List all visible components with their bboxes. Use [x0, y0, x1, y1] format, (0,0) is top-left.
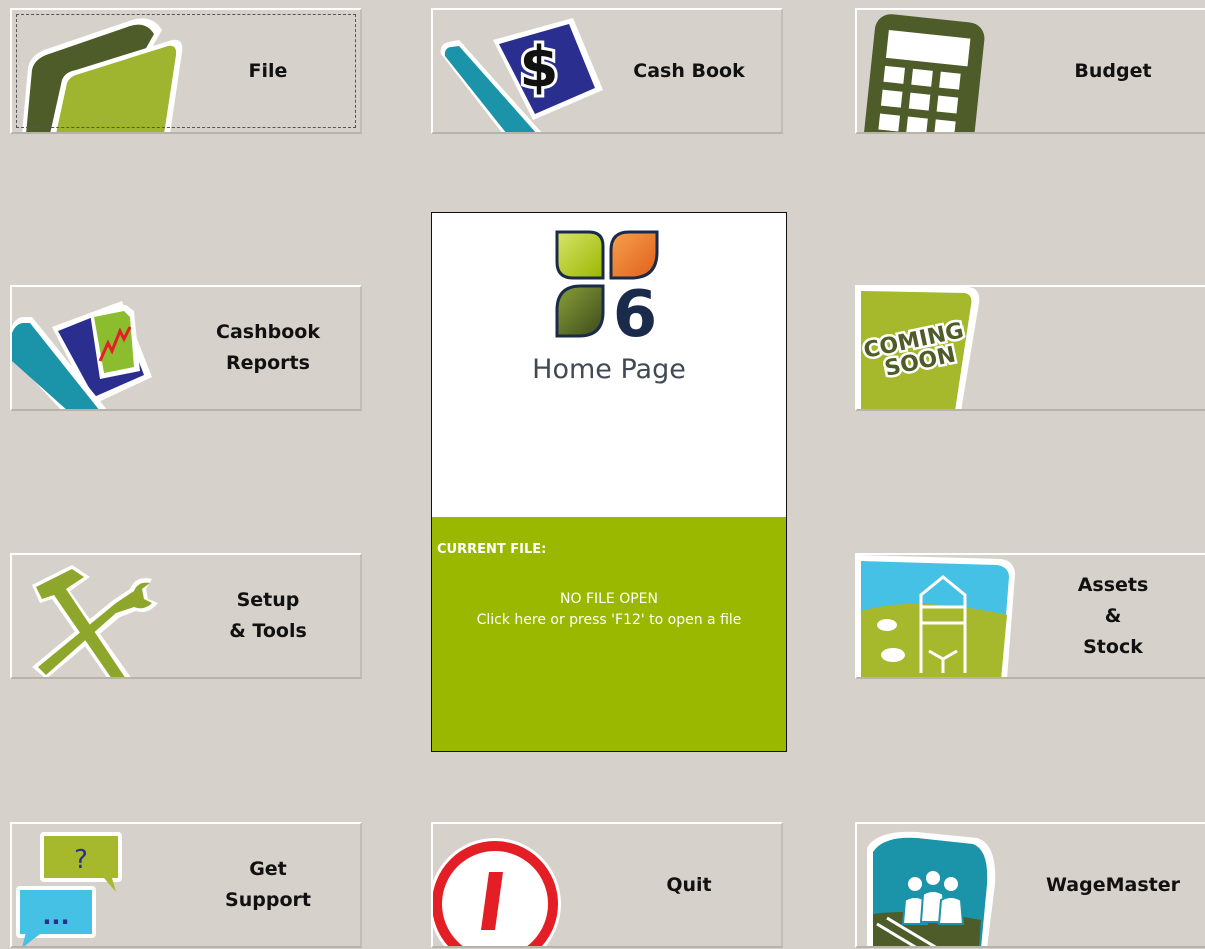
coming-soon-button[interactable]: COMING COMING SOON SOON — [855, 285, 1205, 411]
get-support-button[interactable]: ? ... Get Support — [10, 822, 362, 948]
budget-label: Budget — [1074, 59, 1152, 82]
staff-group-icon — [857, 824, 1037, 946]
setup-tools-button[interactable]: Setup & Tools — [10, 553, 362, 679]
app-logo-icon: 6 — [553, 228, 665, 352]
home-panel-header: 6 Home Page — [432, 213, 786, 517]
setup-tools-label: Setup & Tools — [229, 589, 307, 642]
cash-book-label: Cash Book — [633, 59, 745, 82]
power-icon — [433, 824, 613, 946]
cashbook-reports-label: Cashbook Reports — [216, 321, 320, 374]
quit-label: Quit — [666, 873, 712, 896]
get-support-label: Get Support — [225, 858, 311, 911]
wagemaster-button[interactable]: WageMaster — [855, 822, 1205, 948]
no-file-open-text: NO FILE OPEN — [560, 591, 658, 607]
current-file-label: CURRENT FILE: — [437, 542, 547, 557]
open-file-hint: Click here or press 'F12' to open a file — [476, 612, 742, 628]
current-file-status: NO FILE OPEN Click here or press 'F12' t… — [442, 589, 776, 631]
svg-text:?: ? — [74, 845, 88, 875]
quit-button[interactable]: Quit — [431, 822, 783, 948]
file-label: File — [248, 59, 288, 82]
home-panel: 6 Home Page CURRENT FILE: NO FILE OPEN C… — [431, 212, 787, 752]
assets-stock-button[interactable]: Assets & Stock — [855, 553, 1205, 679]
wagemaster-label: WageMaster — [1046, 873, 1180, 896]
svg-text:...: ... — [42, 902, 69, 930]
report-chart-icon — [12, 287, 192, 409]
cashbook-reports-button[interactable]: Cashbook Reports — [10, 285, 362, 411]
coming-soon-label — [1027, 287, 1199, 409]
svg-text:$: $ — [520, 35, 559, 100]
cash-book-button[interactable]: $ $ Cash Book — [431, 8, 783, 134]
chat-bubbles-icon: ? ... — [12, 824, 192, 946]
coming-soon-icon: COMING COMING SOON SOON — [857, 287, 1037, 409]
budget-button[interactable]: Budget — [855, 8, 1205, 134]
calculator-icon — [857, 10, 1037, 132]
current-file-area[interactable]: CURRENT FILE: NO FILE OPEN Click here or… — [432, 517, 786, 751]
farm-silo-icon — [857, 555, 1037, 677]
page-title: Home Page — [532, 354, 686, 385]
file-button[interactable]: File — [10, 8, 362, 134]
hammer-wrench-icon — [12, 555, 192, 677]
logo-digit: 6 — [613, 278, 658, 343]
assets-stock-label: Assets & Stock — [1077, 573, 1149, 658]
cash-book-dollar-icon: $ $ — [433, 10, 613, 132]
folder-icon — [12, 10, 192, 132]
